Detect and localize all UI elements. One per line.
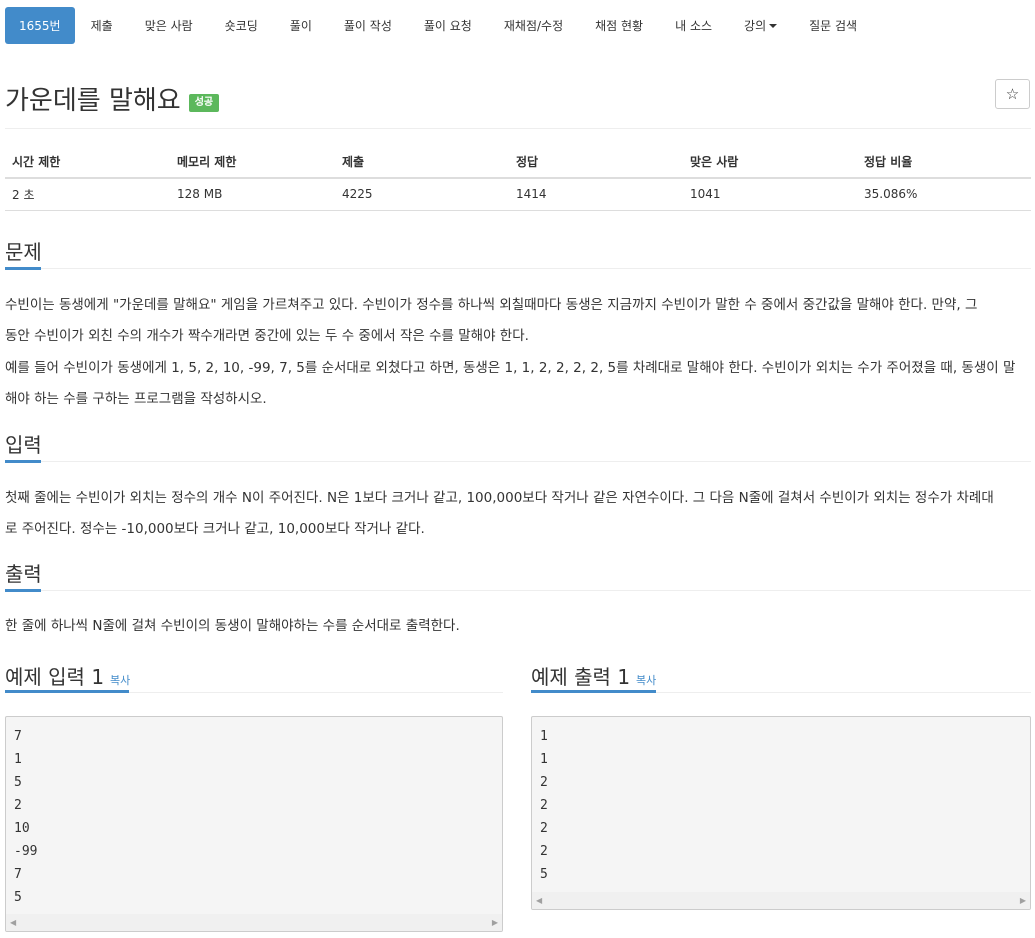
sample-input-heading: 예제 입력 1 복사 xyxy=(5,661,130,690)
accepted-users-value: 1041 xyxy=(683,178,857,211)
section-divider xyxy=(5,590,1031,591)
table-header-row: 시간 제한 메모리 제한 제출 정답 맞은 사람 정답 비율 xyxy=(5,146,1031,179)
title-divider xyxy=(5,128,1031,129)
header-accept-ratio: 정답 비율 xyxy=(857,146,1031,179)
problem-info-table: 시간 제한 메모리 제한 제출 정답 맞은 사람 정답 비율 2 초 128 M… xyxy=(5,146,1031,211)
scroll-left-icon[interactable]: ◀ xyxy=(536,896,542,905)
sample-input-box[interactable]: 7 1 5 2 10 -99 7 5 ◀ ▶ xyxy=(5,716,503,932)
sample-output-title: 예제 출력 1 xyxy=(531,665,631,689)
sample-output-box[interactable]: 1 1 2 2 2 2 5 ◀ ▶ xyxy=(531,716,1031,910)
sample-output-line: 1 xyxy=(540,729,548,744)
horizontal-scrollbar[interactable]: ◀ ▶ xyxy=(532,892,1030,909)
sample-input-line: 10 xyxy=(14,821,30,836)
header-time-limit: 시간 제한 xyxy=(5,146,170,179)
nav-tab-question-search[interactable]: 질문 검색 xyxy=(793,7,873,44)
sample-output-line: 2 xyxy=(540,844,548,859)
section-heading-input: 입력 xyxy=(5,433,42,457)
output-line: 한 줄에 하나씩 N줄에 걸쳐 수빈이의 동생이 말해야하는 수를 순서대로 출… xyxy=(5,618,460,634)
status-badge: 성공 xyxy=(188,93,220,112)
copy-sample-output-button[interactable]: 복사 xyxy=(636,674,656,687)
description-line: 동안 수빈이가 외친 수의 개수가 짝수개라면 중간에 있는 두 수 중에서 작… xyxy=(5,328,529,344)
nav-tab-my-source[interactable]: 내 소스 xyxy=(659,7,728,44)
problem-nav: 1655번 제출 맞은 사람 숏코딩 풀이 풀이 작성 풀이 요청 재채점/수정… xyxy=(5,7,873,44)
header-accepted-users: 맞은 사람 xyxy=(683,146,857,179)
sample-output-line: 1 xyxy=(540,752,548,767)
sample-input-line: 1 xyxy=(14,752,22,767)
scroll-right-icon[interactable]: ▶ xyxy=(1020,896,1026,905)
nav-tab-request-solution[interactable]: 풀이 요청 xyxy=(408,7,488,44)
problem-title-row: 가운데를 말해요 성공 xyxy=(5,80,220,117)
sample-output-line: 2 xyxy=(540,821,548,836)
section-heading-output: 출력 xyxy=(5,562,42,586)
problem-description: 수빈이는 동생에게 "가운데를 말해요" 게임을 가르쳐주고 있다. 수빈이가 … xyxy=(5,290,1031,352)
section-underline xyxy=(5,589,41,592)
description-line: 수빈이는 동생에게 "가운데를 말해요" 게임을 가르쳐주고 있다. 수빈이가 … xyxy=(5,297,978,313)
nav-tab-solutions[interactable]: 풀이 xyxy=(274,7,328,44)
input-description: 첫째 줄에는 수빈이가 외치는 정수의 개수 N이 주어진다. N은 1보다 크… xyxy=(5,483,1031,545)
description-line: 해야 하는 수를 구하는 프로그램을 작성하시오. xyxy=(5,391,267,407)
sample-input-line: 5 xyxy=(14,890,22,905)
scroll-right-icon[interactable]: ▶ xyxy=(492,918,498,927)
header-memory-limit: 메모리 제한 xyxy=(170,146,335,179)
input-line: 로 주어진다. 정수는 -10,000보다 크거나 같고, 10,000보다 작… xyxy=(5,521,425,537)
scroll-left-icon[interactable]: ◀ xyxy=(10,918,16,927)
header-submissions: 제출 xyxy=(335,146,509,179)
memory-limit-value: 128 MB xyxy=(170,178,335,211)
sample-input-line: 5 xyxy=(14,775,22,790)
accept-ratio-value: 35.086% xyxy=(857,178,1031,211)
section-divider xyxy=(5,461,1031,462)
favorite-button[interactable]: ☆ xyxy=(995,79,1030,109)
submissions-value: 4225 xyxy=(335,178,509,211)
section-divider xyxy=(5,268,1031,269)
sample-input-line: 7 xyxy=(14,729,22,744)
time-limit-value: 2 초 xyxy=(5,178,170,211)
problem-description-example: 예를 들어 수빈이가 동생에게 1, 5, 2, 10, -99, 7, 5를 … xyxy=(5,353,1031,415)
input-line: 첫째 줄에는 수빈이가 외치는 정수의 개수 N이 주어진다. N은 1보다 크… xyxy=(5,490,994,506)
sample-input-title: 예제 입력 1 xyxy=(5,665,105,689)
sample-input-line: -99 xyxy=(14,844,38,859)
section-underline xyxy=(5,460,41,463)
section-underline xyxy=(531,690,656,693)
horizontal-scrollbar[interactable]: ◀ ▶ xyxy=(6,914,502,931)
caret-down-icon xyxy=(769,24,778,28)
nav-tab-write-solution[interactable]: 풀이 작성 xyxy=(328,7,408,44)
copy-sample-input-button[interactable]: 복사 xyxy=(110,674,130,687)
description-line: 예를 들어 수빈이가 동생에게 1, 5, 2, 10, -99, 7, 5를 … xyxy=(5,360,1016,376)
accepted-value: 1414 xyxy=(509,178,683,211)
sample-output-heading: 예제 출력 1 복사 xyxy=(531,661,656,690)
page-title: 가운데를 말해요 xyxy=(5,86,181,116)
nav-tab-problem[interactable]: 1655번 xyxy=(5,7,75,44)
nav-tab-rejudge[interactable]: 재채점/수정 xyxy=(488,7,579,44)
nav-tab-submit[interactable]: 제출 xyxy=(75,7,129,44)
header-accepted: 정답 xyxy=(509,146,683,179)
nav-tab-accepted-users[interactable]: 맞은 사람 xyxy=(129,7,209,44)
star-icon: ☆ xyxy=(1005,85,1020,103)
sample-input-line: 7 xyxy=(14,867,22,882)
table-row: 2 초 128 MB 4225 1414 1041 35.086% xyxy=(5,178,1031,211)
nav-tab-short-coding[interactable]: 숏코딩 xyxy=(209,7,274,44)
sample-output-line: 5 xyxy=(540,867,548,882)
section-underline xyxy=(5,690,129,693)
output-description: 한 줄에 하나씩 N줄에 걸쳐 수빈이의 동생이 말해야하는 수를 순서대로 출… xyxy=(5,611,1031,642)
sample-input-line: 2 xyxy=(14,798,22,813)
nav-tab-lectures-label: 강의 xyxy=(744,19,767,33)
section-heading-description: 문제 xyxy=(5,240,42,264)
nav-tab-judge-status[interactable]: 채점 현황 xyxy=(579,7,659,44)
sample-output-line: 2 xyxy=(540,775,548,790)
section-underline xyxy=(5,267,41,270)
nav-tab-lectures[interactable]: 강의 xyxy=(728,7,793,44)
sample-output-line: 2 xyxy=(540,798,548,813)
